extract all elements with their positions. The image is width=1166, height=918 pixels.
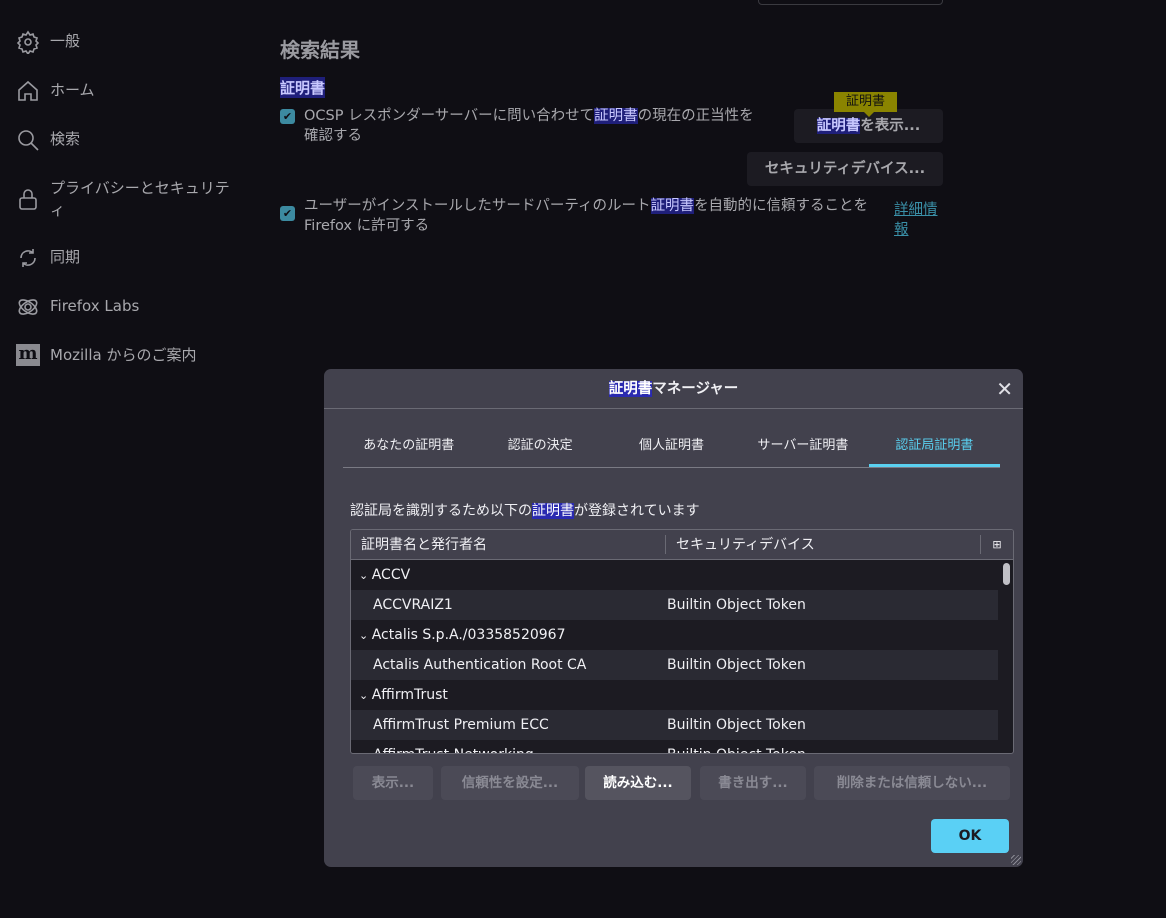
labs-icon	[18, 299, 38, 315]
learn-more-link[interactable]: 詳細情報	[894, 200, 944, 240]
cert-name: Actalis Authentication Root CA	[373, 657, 587, 673]
sidebar-item-labs[interactable]: Firefox Labs	[16, 295, 246, 319]
sidebar-label: 同期	[50, 248, 81, 266]
cert-device: Builtin Object Token	[667, 597, 806, 613]
scrollbar[interactable]	[1003, 563, 1010, 585]
sidebar-label: 一般	[50, 32, 81, 50]
sidebar-item-search[interactable]: 検索	[16, 128, 246, 152]
cert-name: AffirmTrust Premium ECC	[373, 717, 549, 733]
import-button[interactable]: 読み込む...	[585, 766, 691, 800]
delete-distrust-button[interactable]: 削除または信頼しない...	[814, 766, 1010, 800]
certificate-tree[interactable]: 証明書名と発行者名 セキュリティデバイス ⊞ ⌄ ACCV ACCVRAIZ1 Bu…	[350, 529, 1014, 754]
ocsp-checkbox[interactable]: ✔	[280, 109, 295, 124]
cert-name: AffirmTrust Networking	[351, 740, 667, 753]
sidebar-item-home[interactable]: ホーム	[16, 79, 246, 103]
mozilla-icon: m	[16, 344, 40, 366]
table-row[interactable]: AffirmTrust Premium ECC Builtin Object To…	[351, 710, 998, 740]
resize-grip[interactable]	[1011, 855, 1021, 865]
table-row[interactable]: ACCVRAIZ1 Builtin Object Token	[351, 590, 998, 620]
tree-group-row[interactable]: ⌄ Actalis S.p.A./03358520967	[351, 620, 998, 650]
sync-icon	[20, 249, 36, 267]
table-row[interactable]: AffirmTrust NetworkingBuiltin Object Tok…	[351, 740, 998, 753]
certificate-manager-dialog: 証明書マネージャー ✕ あなたの証明書 認証の決定 個人証明書 サーバー証明書 …	[324, 369, 1023, 867]
cert-device: Builtin Object Token	[667, 717, 806, 733]
table-row[interactable]: Actalis Authentication Root CA Builtin Ob…	[351, 650, 998, 680]
close-icon[interactable]: ✕	[996, 377, 1013, 401]
cert-name: ⌄ AffirmTrust	[359, 687, 448, 703]
search-tooltip: 証明書	[834, 92, 898, 117]
section-title: 証明書	[280, 77, 326, 98]
cert-device	[667, 680, 998, 710]
sidebar-label: Mozilla からのご案内	[50, 346, 197, 364]
cert-device	[667, 560, 998, 590]
tab-people[interactable]: 個人証明書	[606, 429, 737, 467]
gear-icon	[16, 30, 40, 54]
edit-trust-button[interactable]: 信頼性を設定...	[441, 766, 579, 800]
ocsp-option[interactable]: ✔ OCSP レスポンダーサーバーに問い合わせて証明書の現在の正当性を確認する	[280, 106, 760, 146]
sidebar-item-general[interactable]: 一般	[16, 30, 246, 54]
search-box-edge[interactable]	[758, 0, 943, 5]
column-header-device[interactable]: セキュリティデバイス	[666, 535, 981, 554]
sidebar: 一般 ホーム 検索 プライバシーとセキュリティ 同期 Firefox Labs …	[16, 30, 246, 391]
sidebar-label: 検索	[50, 130, 81, 148]
column-picker-icon[interactable]: ⊞	[981, 530, 1013, 559]
description: 認証局を識別するため以下の証明書が登録されています	[350, 503, 700, 519]
sidebar-label: プライバシーとセキュリティ	[50, 179, 230, 219]
tree-group-row[interactable]: ⌄ ACCV	[351, 560, 998, 590]
thirdparty-label: ユーザーがインストールしたサードパーティのルート証明書を自動的に信頼することを …	[304, 198, 869, 234]
tab-your-certs[interactable]: あなたの証明書	[343, 429, 474, 467]
page-title: 検索結果	[280, 38, 360, 62]
cert-name: ⌄ ACCV	[359, 567, 411, 583]
tab-auth-decisions[interactable]: 認証の決定	[474, 429, 605, 467]
home-icon	[18, 80, 38, 101]
chevron-down-icon[interactable]: ⌄	[359, 569, 372, 582]
export-button[interactable]: 書き出す...	[700, 766, 806, 800]
security-devices-button[interactable]: セキュリティデバイス...	[747, 152, 943, 186]
tab-bar: あなたの証明書 認証の決定 個人証明書 サーバー証明書 認証局証明書	[343, 429, 1001, 468]
chevron-down-icon[interactable]: ⌄	[359, 689, 372, 702]
tab-authorities[interactable]: 認証局証明書	[868, 429, 1001, 467]
sidebar-item-sync[interactable]: 同期	[16, 246, 246, 270]
cert-device: Builtin Object Token	[667, 657, 806, 673]
sidebar-item-mozilla[interactable]: m Mozilla からのご案内	[16, 344, 246, 366]
sidebar-label: Firefox Labs	[50, 297, 140, 315]
view-button[interactable]: 表示...	[353, 766, 433, 800]
dialog-title: 証明書マネージャー	[324, 369, 1023, 409]
sidebar-label: ホーム	[50, 81, 95, 99]
lock-icon	[19, 189, 37, 210]
cert-name: ACCVRAIZ1	[373, 597, 453, 613]
ocsp-label: OCSP レスポンダーサーバーに問い合わせて証明書の現在の正当性を確認する	[304, 108, 754, 144]
search-icon	[18, 130, 39, 151]
thirdparty-checkbox[interactable]: ✔	[280, 206, 295, 221]
tree-group-row[interactable]: ⌄ AffirmTrust	[351, 680, 998, 710]
cert-device	[667, 620, 998, 650]
thirdparty-option[interactable]: ✔ ユーザーがインストールしたサードパーティのルート証明書を自動的に信頼すること…	[280, 196, 880, 236]
tab-servers[interactable]: サーバー証明書	[737, 429, 868, 467]
ok-button[interactable]: OK	[931, 819, 1009, 853]
cert-name: ⌄ Actalis S.p.A./03358520967	[359, 627, 566, 643]
column-header-name[interactable]: 証明書名と発行者名	[351, 535, 666, 554]
table-header: 証明書名と発行者名 セキュリティデバイス ⊞	[351, 530, 1013, 560]
chevron-down-icon[interactable]: ⌄	[359, 629, 372, 642]
cert-device: Builtin Object Token	[667, 740, 998, 753]
sidebar-item-privacy[interactable]: プライバシーとセキュリティ	[16, 177, 246, 221]
table-body: ⌄ ACCV ACCVRAIZ1 Builtin Object Token ⌄ Act…	[351, 560, 1013, 753]
